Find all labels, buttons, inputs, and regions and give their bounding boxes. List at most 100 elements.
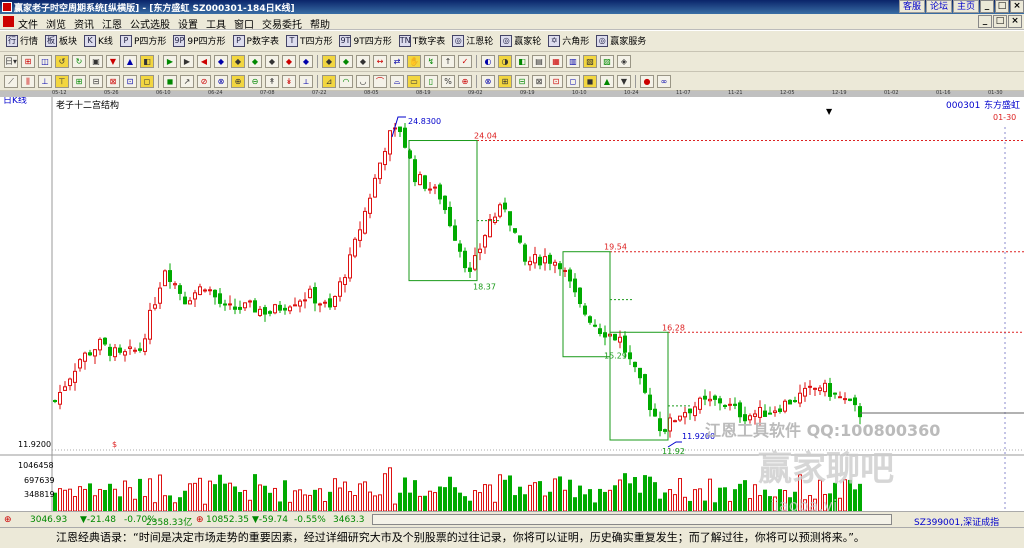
toolbar-button-2[interactable]: K K线 [84,34,113,47]
close-button[interactable]: × [1010,0,1024,13]
draw-tool-15-icon[interactable]: ↟ [265,75,279,88]
menu-item-8[interactable]: 交易委托 [262,16,302,31]
draw-tool-5-icon[interactable]: ⊟ [89,75,103,88]
maximize-button[interactable]: □ [995,0,1009,13]
menu-item-1[interactable]: 浏览 [46,16,66,31]
draw-tool-34-icon[interactable]: ▲ [600,75,614,88]
chart-tool-12-icon[interactable]: ◆ [214,55,228,68]
chart-tool-1-icon[interactable]: ⊞ [21,55,35,68]
chart-tool-7-icon[interactable]: ▲ [123,55,137,68]
kefu-link[interactable]: 客服 [898,0,925,13]
draw-tool-37-icon[interactable]: ∞ [657,75,671,88]
menu-item-5[interactable]: 设置 [178,16,198,31]
chart-tool-4-icon[interactable]: ↻ [72,55,86,68]
chart-tool-17-icon[interactable]: ◆ [299,55,313,68]
chart-tool-8-icon[interactable]: ◧ [140,55,154,68]
toolbar-button-3[interactable]: P P四方形 [119,34,166,47]
chart-tool-11-icon[interactable]: ◀ [197,55,211,68]
draw-tool-12-icon[interactable]: ⊗ [214,75,228,88]
chart-tool-34-icon[interactable]: ▨ [600,55,614,68]
draw-tool-25-icon[interactable]: % [441,75,455,88]
draw-tool-9-icon[interactable]: ◼ [163,75,177,88]
draw-tool-27-icon[interactable]: ⊗ [481,75,495,88]
draw-tool-8-icon[interactable]: ◻ [140,75,154,88]
draw-tool-11-icon[interactable]: ⊘ [197,75,211,88]
chart-tool-30-icon[interactable]: ▤ [532,55,546,68]
draw-tool-18-icon[interactable]: ⊿ [322,75,336,88]
chart-tool-0-icon[interactable]: 日▾ [4,55,18,68]
chart-tool-33-icon[interactable]: ▧ [583,55,597,68]
mdi-close-button[interactable]: × [1008,15,1022,28]
chart-tool-26-icon[interactable]: ✓ [458,55,472,68]
chart-tool-22-icon[interactable]: ⇄ [390,55,404,68]
chart-tool-19-icon[interactable]: ◆ [339,55,353,68]
draw-tool-0-icon[interactable]: ⟋ [4,75,18,88]
chart-tool-24-icon[interactable]: ↯ [424,55,438,68]
forum-link[interactable]: 论坛 [925,0,952,13]
menu-item-0[interactable]: 文件 [18,16,38,31]
toolbar-button-12[interactable]: ◎ 赢家服务 [596,34,646,47]
menu-item-7[interactable]: 窗口 [234,16,254,31]
chart-tool-28-icon[interactable]: ◑ [498,55,512,68]
draw-tool-36-icon[interactable]: ● [640,75,654,88]
draw-tool-31-icon[interactable]: ⊡ [549,75,563,88]
chart-tool-27-icon[interactable]: ◐ [481,55,495,68]
draw-tool-30-icon[interactable]: ⊠ [532,75,546,88]
chart-tool-15-icon[interactable]: ◆ [265,55,279,68]
chart-tool-23-icon[interactable]: ✋ [407,55,421,68]
toolbar-button-4[interactable]: 9P 9P四方形 [173,34,226,47]
menu-item-6[interactable]: 工具 [206,16,226,31]
menu-item-9[interactable]: 帮助 [310,16,330,31]
kline-chart[interactable]: 24.8300 24.04 18.37 19.54 16.28 15.29 11.9200 1… [0,97,1024,511]
chart-tool-31-icon[interactable]: ▦ [549,55,563,68]
toolbar-button-1[interactable]: 板板块 [45,34,77,47]
draw-tool-1-icon[interactable]: ⫼ [21,75,35,88]
toolbar-button-9[interactable]: ◎ 江恩轮 [452,34,493,47]
chart-tool-13-icon[interactable]: ◆ [231,55,245,68]
chart-tool-5-icon[interactable]: ▣ [89,55,103,68]
chart-tool-20-icon[interactable]: ◆ [356,55,370,68]
chart-tool-6-icon[interactable]: ▼ [106,55,120,68]
home-link[interactable]: 主页 [952,0,979,13]
indicator-dropdown-icon[interactable]: ▼ [826,107,833,116]
chart-tool-32-icon[interactable]: ▥ [566,55,580,68]
menu-item-4[interactable]: 公式选股 [130,16,170,31]
draw-tool-19-icon[interactable]: ◠ [339,75,353,88]
chart-tool-18-icon[interactable]: ◆ [322,55,336,68]
chart-tool-35-icon[interactable]: ◈ [617,55,631,68]
draw-tool-20-icon[interactable]: ◡ [356,75,370,88]
draw-tool-24-icon[interactable]: ▯ [424,75,438,88]
draw-tool-6-icon[interactable]: ⊠ [106,75,120,88]
menu-item-3[interactable]: 江恩 [102,16,122,31]
horizontal-scrollbar[interactable] [372,514,892,525]
chart-tool-25-icon[interactable]: ↑ [441,55,455,68]
draw-tool-14-icon[interactable]: ⊖ [248,75,262,88]
chart-tool-10-icon[interactable]: ▶ [180,55,194,68]
mdi-minimize-button[interactable]: _ [978,15,992,28]
chart-tool-29-icon[interactable]: ◧ [515,55,529,68]
draw-tool-22-icon[interactable]: ⌓ [390,75,404,88]
draw-tool-26-icon[interactable]: ⊕ [458,75,472,88]
menu-item-2[interactable]: 资讯 [74,16,94,31]
draw-tool-23-icon[interactable]: ▭ [407,75,421,88]
draw-tool-16-icon[interactable]: ↡ [282,75,296,88]
chart-tool-21-icon[interactable]: ↔ [373,55,387,68]
toolbar-button-5[interactable]: P P数字表 [232,34,279,47]
toolbar-button-8[interactable]: TN T数字表 [398,34,445,47]
draw-tool-2-icon[interactable]: ⊥ [38,75,52,88]
draw-tool-4-icon[interactable]: ⊞ [72,75,86,88]
chart-tool-14-icon[interactable]: ◆ [248,55,262,68]
toolbar-button-11[interactable]: ✡ 六角形 [548,34,589,47]
draw-tool-28-icon[interactable]: ⊞ [498,75,512,88]
chart-tool-3-icon[interactable]: ↺ [55,55,69,68]
draw-tool-29-icon[interactable]: ⊟ [515,75,529,88]
chart-tool-2-icon[interactable]: ◫ [38,55,52,68]
kline-chart-area[interactable]: 24.8300 24.04 18.37 19.54 16.28 15.29 11.9200 1… [0,97,1024,511]
draw-tool-33-icon[interactable]: ◼ [583,75,597,88]
toolbar-button-0[interactable]: 行行情 [6,34,38,47]
toolbar-button-10[interactable]: ◎ 赢家轮 [500,34,541,47]
draw-tool-21-icon[interactable]: ⌒ [373,75,387,88]
toolbar-button-6[interactable]: T T四方形 [285,34,332,47]
draw-tool-10-icon[interactable]: ↗ [180,75,194,88]
draw-tool-32-icon[interactable]: ◻ [566,75,580,88]
